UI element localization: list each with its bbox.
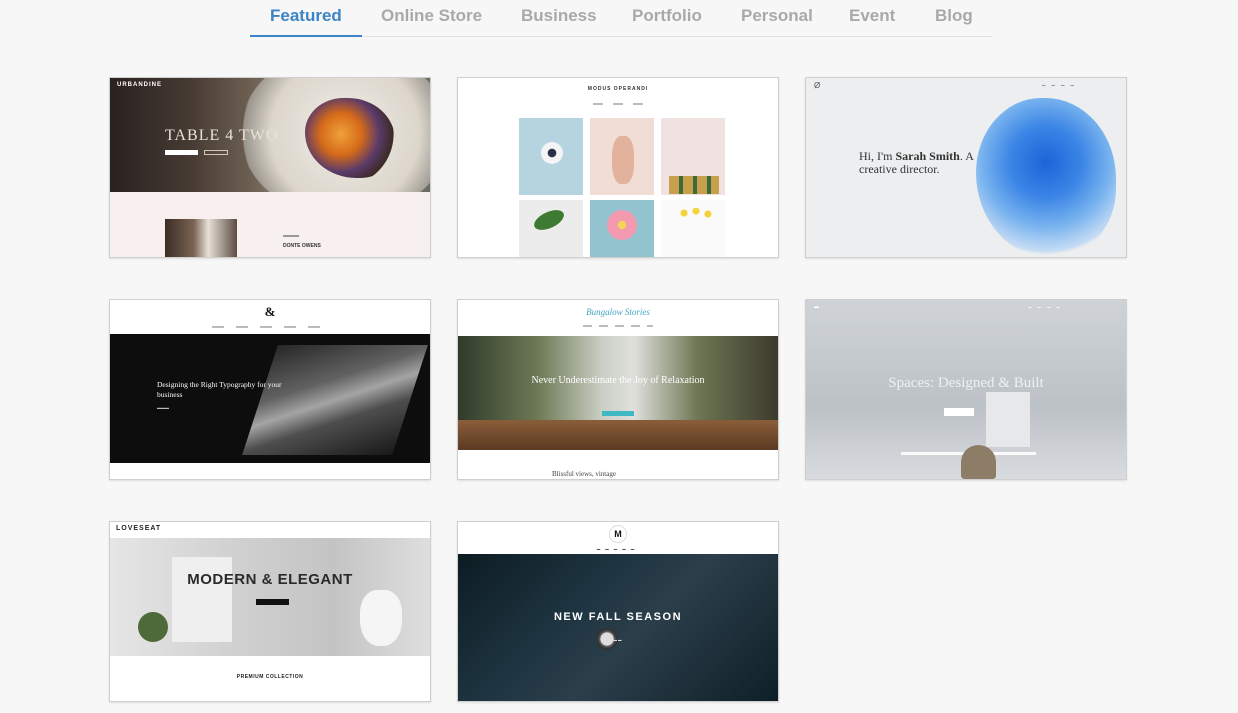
template-brand: MODUS OPERANDI <box>587 86 649 92</box>
frame-image <box>172 557 232 642</box>
template-card-sarah-smith[interactable]: Ø ▬▬▬▬ Hi, I'm Sarah Smith. A creative d… <box>805 77 1127 258</box>
tab-business[interactable]: Business <box>521 6 597 26</box>
category-tabs: Featured Online Store Business Portfolio… <box>250 0 992 37</box>
template-nav <box>212 326 326 328</box>
template-cta-button <box>256 599 289 605</box>
template-cta-button <box>602 411 634 416</box>
wooden-floor-image <box>458 420 778 450</box>
template-secondary-button <box>204 150 228 155</box>
template-cta-link: ▬▬ <box>613 638 623 642</box>
active-tab-underline <box>250 35 362 37</box>
template-headline: Designing the Right Typography for your … <box>157 380 282 399</box>
template-nav: ▬▬▬▬ <box>1028 305 1066 309</box>
template-card-modus-operandi[interactable]: MODUS OPERANDI <box>457 77 779 258</box>
gallery-tile-flower <box>519 118 583 195</box>
template-headline: MODERN & ELEGANT <box>187 571 353 588</box>
template-nav: ▬▬▬▬ <box>1042 83 1080 87</box>
template-card-typography[interactable]: & Designing the Right Typography for you… <box>109 299 431 480</box>
tab-featured[interactable]: Featured <box>270 6 342 26</box>
template-nav <box>583 325 653 327</box>
template-link: ▬▬▬ <box>157 405 169 410</box>
template-brand: URBANDINE <box>117 82 162 88</box>
template-cta-button <box>165 150 198 155</box>
template-logo: Ø <box>814 81 821 90</box>
tab-blog[interactable]: Blog <box>935 6 973 26</box>
template-subheadline: PREMIUM COLLECTION <box>236 674 304 680</box>
template-person-name: DONTE OWENS <box>283 243 321 249</box>
template-card-new-fall-season[interactable]: M ▬▬▬▬▬ NEW FALL SEASON ▬▬ <box>457 521 779 702</box>
template-card-urbandine[interactable]: URBANDINE ▬▬▬▬▬ TABLE 4 TWO DONTE OWENS <box>109 77 431 258</box>
template-about-section <box>110 192 430 257</box>
template-headline: Never Underestimate the Joy of Relaxatio… <box>531 375 705 386</box>
tab-event[interactable]: Event <box>849 6 895 26</box>
gallery-tile-gerbera <box>590 200 654 257</box>
gallery-tile-yellow-flowers <box>661 200 725 257</box>
template-brand: Bungalow Stories <box>586 307 650 317</box>
plant-image <box>138 612 168 642</box>
template-logo: M <box>609 525 627 543</box>
template-brand: LOVESEAT <box>116 525 162 532</box>
template-nav <box>593 103 643 105</box>
gallery-tile-hands <box>590 118 654 195</box>
template-nav: ▬▬▬▬▬ <box>596 547 640 551</box>
template-headline: NEW FALL SEASON <box>553 611 683 623</box>
template-eyebrow <box>283 235 299 237</box>
tab-personal[interactable]: Personal <box>741 6 813 26</box>
tab-online-store[interactable]: Online Store <box>381 6 482 26</box>
wall-art-image <box>986 392 1030 447</box>
chef-photo <box>165 219 237 257</box>
template-card-loveseat[interactable]: LOVESEAT MODERN & ELEGANT PREMIUM COLLEC… <box>109 521 431 702</box>
tab-portfolio[interactable]: Portfolio <box>632 6 702 26</box>
template-headline: Spaces: Designed & Built <box>888 375 1044 391</box>
template-subheadline: Blissful views, vintage <box>552 470 616 478</box>
template-cta-button <box>944 408 974 416</box>
template-headline: Hi, I'm Sarah Smith. A creative director… <box>859 149 974 176</box>
gallery-tile-plant <box>519 200 583 257</box>
template-card-spaces[interactable]: ▬ ▬▬▬▬ Spaces: Designed & Built <box>805 299 1127 480</box>
template-nav: ▬▬▬▬▬ <box>328 83 376 87</box>
chair-image <box>961 445 996 479</box>
template-logo: & <box>264 304 276 319</box>
gallery-tile-pineapples <box>661 118 725 195</box>
template-headline: TABLE 4 TWO <box>165 127 279 144</box>
template-preview-hero <box>458 554 778 701</box>
template-card-bungalow[interactable]: Bungalow Stories Never Underestimate the… <box>457 299 779 480</box>
vase-image <box>360 590 402 646</box>
template-logo: ▬ <box>814 304 819 310</box>
